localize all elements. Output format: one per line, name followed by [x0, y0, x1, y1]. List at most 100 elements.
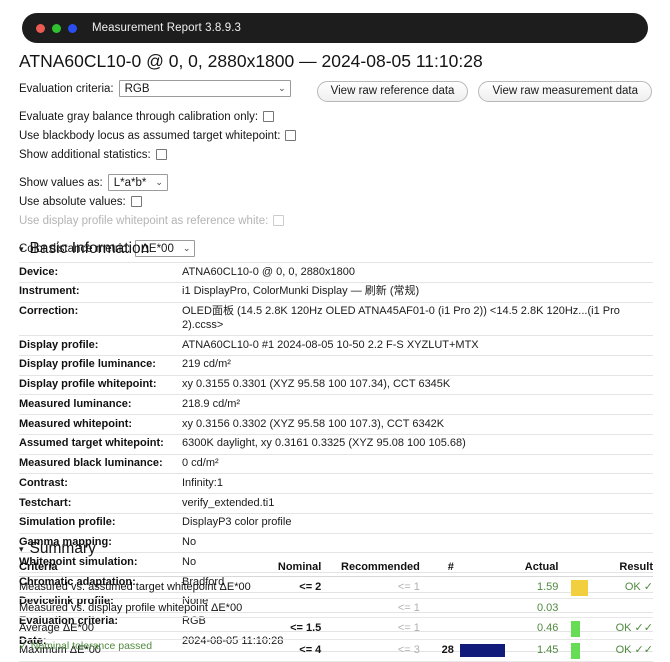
maximize-button-icon[interactable]	[68, 23, 77, 33]
info-row-value: Infinity:1	[182, 473, 653, 494]
summary-header[interactable]: ▾ Summary	[19, 540, 96, 558]
info-row: Correction: OLED面板 (14.5 2.8K 120Hz OLED …	[19, 301, 653, 336]
evaluation-criteria-select[interactable]: RGB ⌄	[118, 80, 291, 97]
info-row: Testchart: verify_extended.ti1	[19, 493, 653, 514]
show-values-as-value: L*a*b*	[113, 176, 147, 189]
info-row-value: i1 DisplayPro, ColorMunki Display — 刷新 (…	[182, 281, 653, 302]
info-row-key: Display profile:	[19, 335, 182, 356]
info-row: Measured black luminance: 0 cd/m²	[19, 453, 653, 474]
show-values-as-select[interactable]: L*a*b* ⌄	[107, 174, 168, 191]
additional-statistics-label: Show additional statistics:	[19, 148, 151, 161]
info-row-value: ATNA60CL10-0 @ 0, 0, 2880x1800	[182, 262, 653, 283]
summary-nominal: <= 4	[250, 639, 322, 662]
info-row: Simulation profile: DisplayP3 color profi…	[19, 512, 653, 533]
close-button-icon[interactable]	[36, 23, 45, 33]
info-row: Instrument: i1 DisplayPro, ColorMunki Dis…	[19, 281, 653, 302]
summary-header-row: Criteria Nominal Recommended # Actual Re…	[19, 561, 653, 577]
summary-actual-swatch	[558, 576, 589, 599]
summary-count-swatch	[453, 617, 506, 641]
info-row-value: 218.9 cd/m²	[182, 394, 653, 415]
info-row-value: verify_extended.ti1	[182, 493, 653, 514]
footer-note: ✓ Nominal tolerance passed	[19, 640, 153, 652]
summary-count	[419, 617, 454, 641]
absolute-values-checkbox[interactable]	[130, 196, 142, 207]
blackbody-locus-label: Use blackbody locus as assumed target wh…	[19, 129, 281, 142]
summary-count-swatch	[453, 576, 506, 599]
column-header-nominal: Nominal	[250, 561, 322, 577]
blackbody-locus-row: Use blackbody locus as assumed target wh…	[19, 126, 419, 145]
info-row-value: 219 cd/m²	[182, 354, 653, 375]
basic-information-header[interactable]: ▾ Basic Information	[19, 240, 149, 258]
display-profile-whitepoint-ref-checkbox	[273, 215, 285, 226]
summary-count-swatch	[453, 639, 506, 662]
info-row-key: Device:	[19, 262, 182, 283]
sample-color-swatch	[459, 644, 505, 658]
info-row-key: Simulation profile:	[19, 512, 182, 533]
summary-nominal: <= 1.5	[250, 617, 322, 641]
info-row: Display profile whitepoint: xy 0.3155 0.3…	[19, 374, 653, 395]
summary-criteria: Measured vs. display profile whitepoint …	[19, 598, 251, 619]
chevron-down-icon: ⌄	[182, 243, 191, 253]
show-values-as-row: Show values as: L*a*b* ⌄	[19, 173, 419, 192]
info-row: Assumed target whitepoint: 6300K daylight…	[19, 433, 653, 454]
info-row-value: No	[182, 532, 653, 553]
display-profile-whitepoint-ref-label: Use display profile whitepoint as refere…	[19, 214, 269, 227]
info-row: Display profile: ATNA60CL10-0 #1 2024-08-…	[19, 335, 653, 356]
info-row-key: Correction:	[19, 301, 182, 336]
info-row: Gamma mapping: No	[19, 532, 653, 553]
summary-count	[419, 576, 454, 599]
summary-result: OK ✓	[588, 576, 653, 599]
page-title: ATNA60CL10-0 @ 0, 0, 2880x1800 — 2024-08…	[19, 51, 483, 71]
column-header-count-swatch	[453, 561, 506, 577]
summary-actual: 1.45	[505, 639, 559, 662]
info-row: Measured whitepoint: xy 0.3156 0.3302 (XY…	[19, 414, 653, 435]
additional-statistics-checkbox[interactable]	[155, 149, 167, 160]
info-row-value: DisplayP3 color profile	[182, 512, 653, 533]
column-header-actual-swatch	[558, 561, 589, 577]
summary-result: OK ✓✓	[588, 639, 653, 662]
column-header-recommended: Recommended	[321, 561, 420, 577]
triangle-collapse-icon: ▾	[19, 243, 24, 254]
gray-balance-row: Evaluate gray balance through calibratio…	[19, 107, 419, 126]
window-title: Measurement Report 3.8.9.3	[92, 22, 241, 34]
minimize-button-icon[interactable]	[52, 23, 61, 33]
window-titlebar: Measurement Report 3.8.9.3	[22, 13, 648, 43]
info-row-value: ATNA60CL10-0 #1 2024-08-05 10-50 2.2 F-S…	[182, 335, 653, 356]
summary-title: Summary	[29, 540, 96, 557]
summary-actual: 0.03	[505, 598, 559, 619]
column-header-criteria: Criteria	[19, 561, 251, 577]
summary-recommended: <= 1	[321, 598, 420, 619]
summary-count: 28	[419, 639, 454, 662]
show-values-as-label: Show values as:	[19, 176, 103, 189]
blackbody-locus-checkbox[interactable]	[285, 130, 297, 141]
chevron-down-icon: ⌄	[155, 177, 163, 187]
info-row-key: Instrument:	[19, 281, 182, 302]
absolute-values-label: Use absolute values:	[19, 195, 126, 208]
additional-statistics-row: Show additional statistics:	[19, 145, 419, 164]
summary-row: Average ΔE*00 <= 1.5 <= 1 0.46 OK ✓✓	[19, 617, 653, 641]
info-row-value: 0 cd/m²	[182, 453, 653, 474]
gray-balance-checkbox[interactable]	[263, 111, 275, 122]
summary-actual: 0.46	[505, 617, 559, 641]
info-row-key: Testchart:	[19, 493, 182, 514]
summary-actual-swatch	[558, 639, 589, 662]
summary-count	[419, 598, 454, 619]
info-row: Display profile luminance: 219 cd/m²	[19, 354, 653, 375]
summary-result	[588, 598, 653, 619]
view-raw-measurement-data-button[interactable]: View raw measurement data	[478, 81, 652, 102]
tolerance-ok-swatch	[571, 620, 581, 637]
evaluation-criteria-label: Evaluation criteria:	[19, 82, 114, 95]
traffic-lights	[36, 23, 77, 33]
summary-recommended: <= 3	[321, 639, 420, 662]
summary-actual-swatch	[558, 617, 589, 641]
summary-count-swatch	[453, 598, 506, 619]
triangle-collapse-icon: ▾	[19, 543, 24, 554]
info-row-key: Assumed target whitepoint:	[19, 433, 182, 454]
view-raw-reference-data-button[interactable]: View raw reference data	[316, 81, 469, 102]
summary-result: OK ✓✓	[588, 617, 653, 641]
summary-recommended: <= 1	[321, 576, 420, 599]
info-row-value: 6300K daylight, xy 0.3161 0.3325 (XYZ 95…	[182, 433, 653, 454]
info-row-key: Measured luminance:	[19, 394, 182, 415]
basic-information-title: Basic Information	[29, 240, 150, 257]
tolerance-warning-swatch	[571, 579, 589, 596]
